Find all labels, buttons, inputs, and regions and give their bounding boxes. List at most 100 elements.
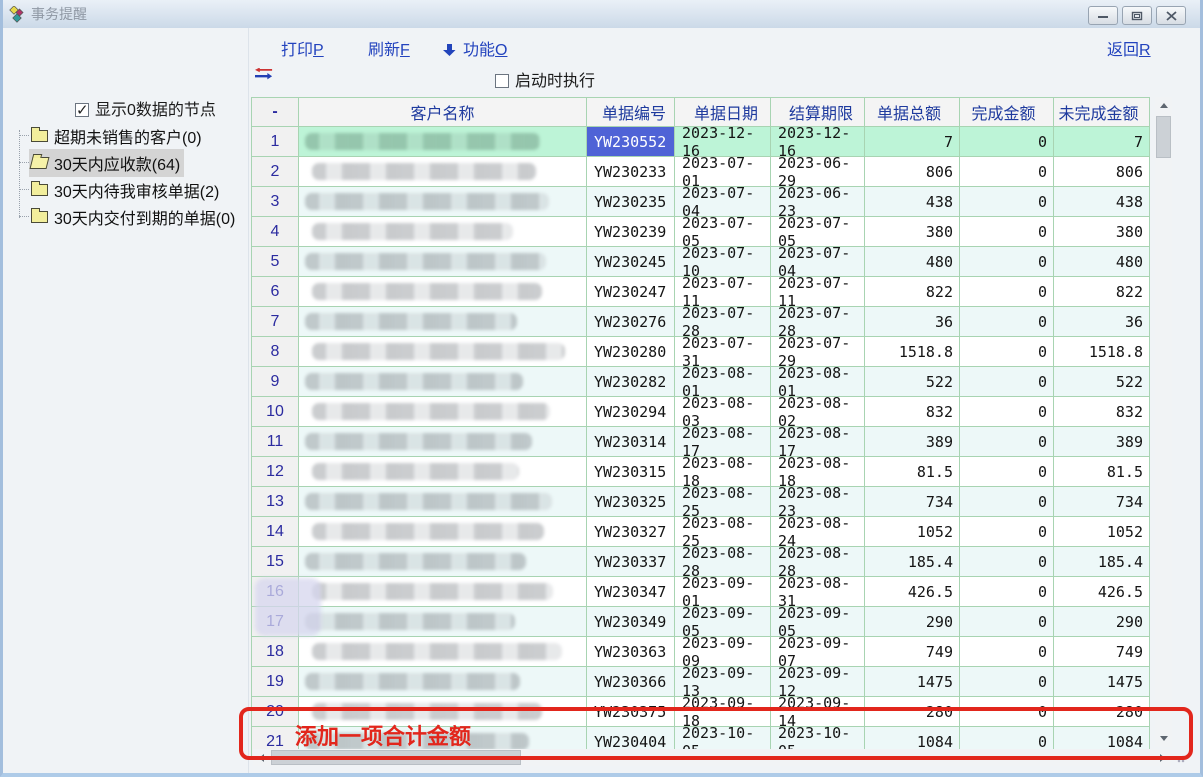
minimize-button[interactable] xyxy=(1088,6,1118,25)
header-done[interactable]: 完成金额 xyxy=(960,98,1054,127)
cell-doc-date[interactable]: 2023-07-10 xyxy=(675,247,771,277)
cell-customer-name[interactable] xyxy=(299,337,587,367)
show-zero-checkbox[interactable]: 显示0数据的节点 xyxy=(75,96,216,120)
vertical-scrollbar[interactable] xyxy=(1155,97,1172,747)
show-zero-checkbox-box[interactable] xyxy=(75,103,89,117)
cell-undone[interactable]: 438 xyxy=(1054,187,1150,217)
header-undone[interactable]: 未完成金额 xyxy=(1054,98,1150,127)
cell-undone[interactable]: 81.5 xyxy=(1054,457,1150,487)
cell-doc-date[interactable]: 2023-09-05 xyxy=(675,607,771,637)
row-number[interactable]: 8 xyxy=(252,337,299,367)
table-row[interactable]: 18 YW230363 2023-09-09 2023-09-07 749 0 … xyxy=(252,637,1150,667)
startup-checkbox-box[interactable] xyxy=(495,74,509,88)
cell-due-date[interactable]: 2023-08-28 xyxy=(771,547,865,577)
cell-done[interactable]: 0 xyxy=(960,307,1054,337)
table-row[interactable]: 19 YW230366 2023-09-13 2023-09-12 1475 0… xyxy=(252,667,1150,697)
cell-undone[interactable]: 389 xyxy=(1054,427,1150,457)
cell-done[interactable]: 0 xyxy=(960,337,1054,367)
header-doc-date[interactable]: 单据日期 xyxy=(675,98,771,127)
table-row[interactable]: 6 YW230247 2023-07-11 2023-07-11 822 0 8… xyxy=(252,277,1150,307)
cell-customer-name[interactable] xyxy=(299,157,587,187)
cell-done[interactable]: 0 xyxy=(960,247,1054,277)
cell-due-date[interactable]: 2023-08-18 xyxy=(771,457,865,487)
cell-customer-name[interactable] xyxy=(299,277,587,307)
header-customer-name[interactable]: 客户名称 xyxy=(299,98,587,127)
cell-doc-date[interactable]: 2023-09-13 xyxy=(675,667,771,697)
cell-doc-no[interactable]: YW230239 xyxy=(587,217,675,247)
cell-doc-no[interactable]: YW230314 xyxy=(587,427,675,457)
cell-undone[interactable]: 522 xyxy=(1054,367,1150,397)
cell-doc-no[interactable]: YW230325 xyxy=(587,487,675,517)
cell-doc-no[interactable]: YW230347 xyxy=(587,577,675,607)
cell-done[interactable]: 0 xyxy=(960,517,1054,547)
cell-doc-no[interactable]: YW230294 xyxy=(587,397,675,427)
cell-undone[interactable]: 749 xyxy=(1054,637,1150,667)
table-row[interactable]: 17 YW230349 2023-09-05 2023-09-05 290 0 … xyxy=(252,607,1150,637)
table-row[interactable]: 10 YW230294 2023-08-03 2023-08-02 832 0 … xyxy=(252,397,1150,427)
refresh-button[interactable]: 刷新F xyxy=(368,36,410,60)
resize-grip[interactable] xyxy=(1177,753,1187,763)
cell-customer-name[interactable] xyxy=(299,247,587,277)
table-row[interactable]: 7 YW230276 2023-07-28 2023-07-28 36 0 36 xyxy=(252,307,1150,337)
cell-doc-no[interactable]: YW230375 xyxy=(587,697,675,727)
cell-done[interactable]: 0 xyxy=(960,217,1054,247)
cell-done[interactable]: 0 xyxy=(960,157,1054,187)
cell-customer-name[interactable] xyxy=(299,427,587,457)
row-number[interactable]: 20 xyxy=(252,697,299,727)
cell-total[interactable]: 822 xyxy=(865,277,960,307)
header-total[interactable]: 单据总额 xyxy=(865,98,960,127)
cell-total[interactable]: 522 xyxy=(865,367,960,397)
horizontal-scroll-thumb[interactable] xyxy=(271,750,521,765)
cell-done[interactable]: 0 xyxy=(960,187,1054,217)
cell-total[interactable]: 81.5 xyxy=(865,457,960,487)
table-row[interactable]: 5 YW230245 2023-07-10 2023-07-04 480 0 4… xyxy=(252,247,1150,277)
cell-doc-no[interactable]: YW230315 xyxy=(587,457,675,487)
cell-customer-name[interactable] xyxy=(299,217,587,247)
cell-doc-date[interactable]: 2023-09-01 xyxy=(675,577,771,607)
cell-done[interactable]: 0 xyxy=(960,577,1054,607)
cell-doc-no[interactable]: YW230247 xyxy=(587,277,675,307)
function-button[interactable]: 功能O xyxy=(443,36,507,60)
scroll-down-button[interactable] xyxy=(1155,730,1172,747)
cell-done[interactable]: 0 xyxy=(960,667,1054,697)
cell-due-date[interactable]: 2023-07-04 xyxy=(771,247,865,277)
cell-due-date[interactable]: 2023-08-02 xyxy=(771,397,865,427)
cell-doc-date[interactable]: 2023-07-04 xyxy=(675,187,771,217)
scroll-left-button[interactable] xyxy=(253,749,270,766)
cell-due-date[interactable]: 2023-08-17 xyxy=(771,427,865,457)
cell-due-date[interactable]: 2023-08-01 xyxy=(771,367,865,397)
table-row[interactable]: 13 YW230325 2023-08-25 2023-08-23 734 0 … xyxy=(252,487,1150,517)
back-button[interactable]: 返回R xyxy=(1107,36,1151,60)
cell-undone[interactable]: 380 xyxy=(1054,217,1150,247)
cell-total[interactable]: 185.4 xyxy=(865,547,960,577)
cell-done[interactable]: 0 xyxy=(960,637,1054,667)
cell-doc-no[interactable]: YW230282 xyxy=(587,367,675,397)
cell-doc-date[interactable]: 2023-09-09 xyxy=(675,637,771,667)
row-number[interactable]: 7 xyxy=(252,307,299,337)
cell-total[interactable]: 1052 xyxy=(865,517,960,547)
cell-doc-no[interactable]: YW230366 xyxy=(587,667,675,697)
header-doc-no[interactable]: 单据编号 xyxy=(587,98,675,127)
cell-due-date[interactable]: 2023-09-12 xyxy=(771,667,865,697)
scroll-up-button[interactable] xyxy=(1155,97,1172,114)
cell-total[interactable]: 438 xyxy=(865,187,960,217)
cell-customer-name[interactable] xyxy=(299,607,587,637)
cell-undone[interactable]: 832 xyxy=(1054,397,1150,427)
cell-total[interactable]: 389 xyxy=(865,427,960,457)
close-button[interactable] xyxy=(1156,6,1186,25)
cell-doc-date[interactable]: 2023-08-18 xyxy=(675,457,771,487)
cell-due-date[interactable]: 2023-06-29 xyxy=(771,157,865,187)
cell-total[interactable]: 426.5 xyxy=(865,577,960,607)
cell-undone[interactable]: 426.5 xyxy=(1054,577,1150,607)
cell-doc-date[interactable]: 2023-08-01 xyxy=(675,367,771,397)
cell-customer-name[interactable] xyxy=(299,697,587,727)
row-number[interactable]: 4 xyxy=(252,217,299,247)
cell-done[interactable]: 0 xyxy=(960,697,1054,727)
cell-doc-no[interactable]: YW230363 xyxy=(587,637,675,667)
tree-item[interactable]: 30天内应收款(64) xyxy=(11,149,247,176)
cell-doc-date[interactable]: 2023-07-31 xyxy=(675,337,771,367)
cell-total[interactable]: 734 xyxy=(865,487,960,517)
row-number[interactable]: 14 xyxy=(252,517,299,547)
cell-total[interactable]: 749 xyxy=(865,637,960,667)
cell-doc-date[interactable]: 2023-08-28 xyxy=(675,547,771,577)
